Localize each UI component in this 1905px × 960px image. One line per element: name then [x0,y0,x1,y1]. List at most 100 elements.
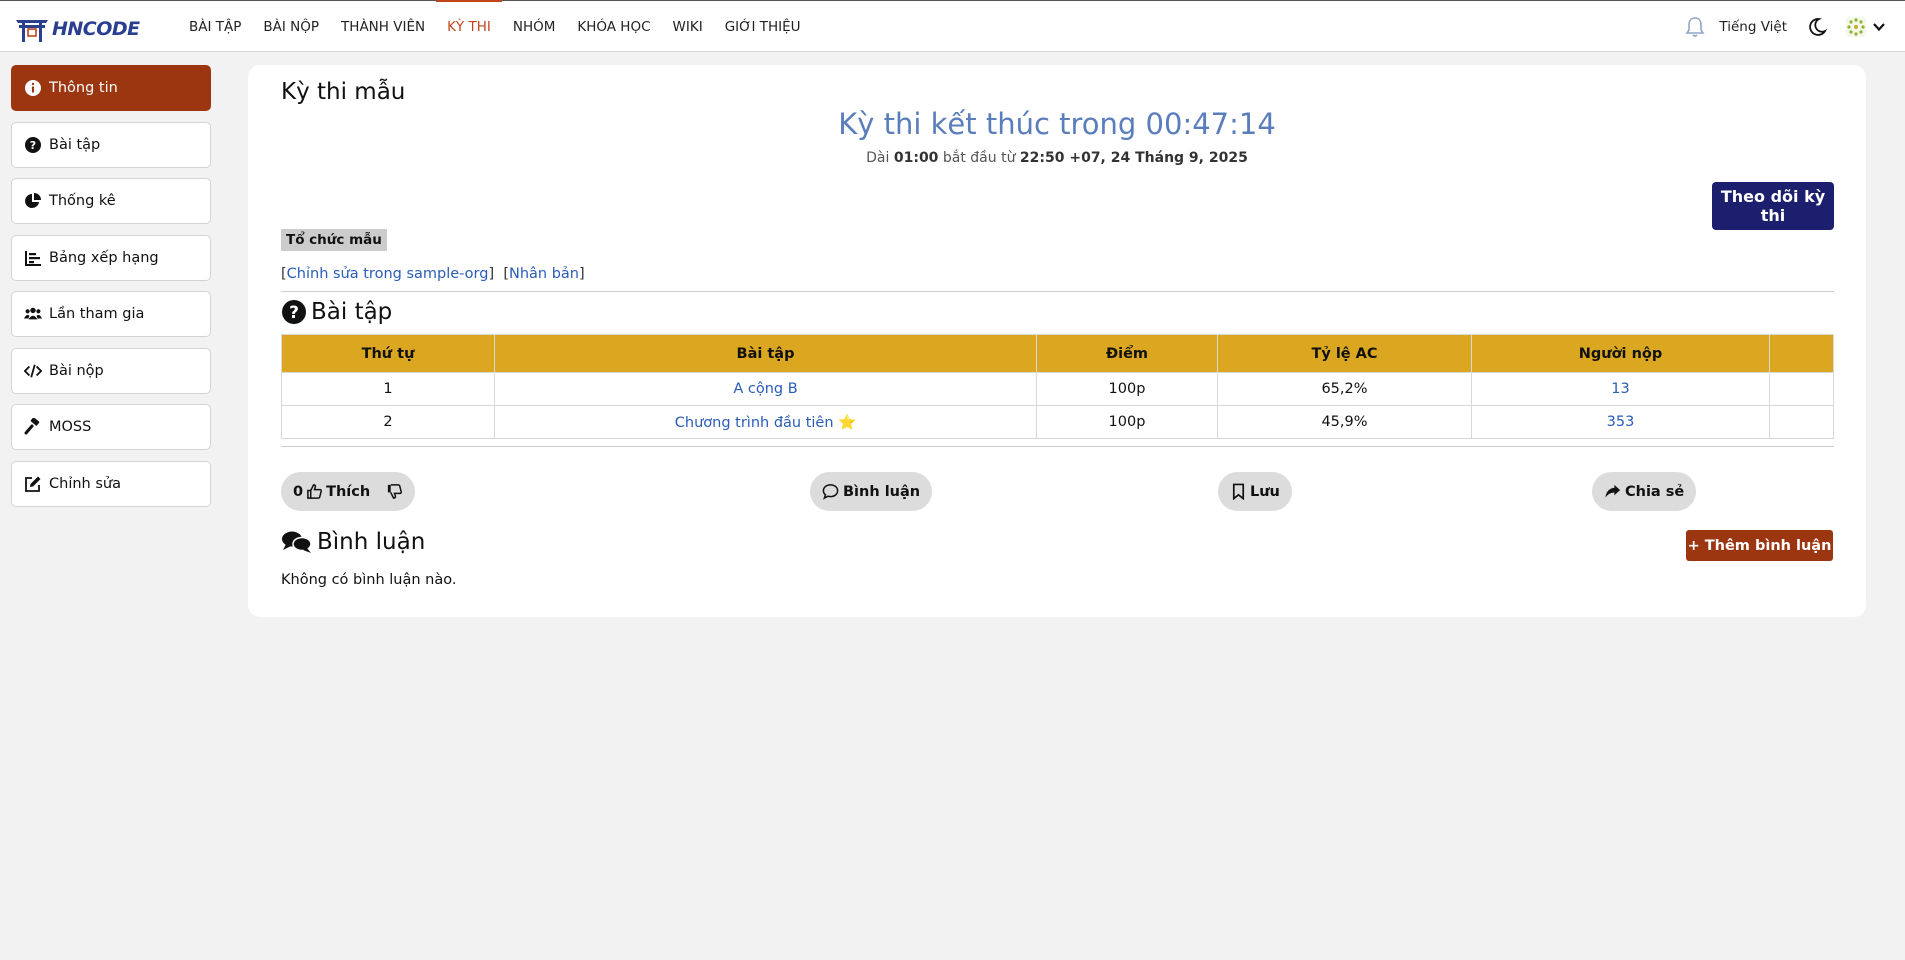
bookmark-button[interactable]: Lưu [1218,472,1292,511]
nav-users[interactable]: THÀNH VIÊN [330,1,436,52]
col-submitters: Người nộp [1471,334,1770,373]
cell-points: 100p [1036,372,1218,406]
nav-about[interactable]: GIỚI THIỆU [714,1,812,52]
timer-label: Kỳ thi kết thúc trong [838,107,1146,141]
nav-right: Tiếng Việt [1685,1,1905,52]
col-points: Điểm [1036,334,1218,373]
users-icon [24,307,42,320]
bookmark-icon [1232,483,1245,500]
language-selector[interactable]: Tiếng Việt [1719,19,1787,35]
bell-icon[interactable] [1685,16,1705,38]
duration-prefix: Dài [866,150,894,166]
sidebar-item-label: Bài nộp [49,362,104,379]
cell-extra [1769,372,1834,406]
question-circle-icon: ? [282,300,306,324]
comments-heading: Bình luận [281,529,425,555]
sidebar-item-label: MOSS [49,419,92,435]
sidebar-item-stats[interactable]: Thống kê [11,178,211,224]
problem-link[interactable]: Chương trình đầu tiên ⭐ [675,415,856,431]
share-button[interactable]: Chia sẻ [1592,472,1697,511]
start-prefix: bắt đầu từ [938,150,1020,166]
problems-heading-text: Bài tập [311,299,393,325]
no-comments-text: Không có bình luận nào. [281,572,457,588]
comment-icon [822,484,839,500]
comments-heading-text: Bình luận [317,529,426,555]
add-comment-button[interactable]: + Thêm bình luận [1686,530,1833,561]
info-icon [25,80,41,96]
page-title: Kỳ thi mẫu [281,79,406,105]
sidebar-item-edit[interactable]: Chỉnh sửa [11,460,211,507]
vote-pill: 0 Thích [281,472,416,511]
sidebar-item-moss[interactable]: MOSS [11,404,211,450]
question-circle-icon: ? [25,136,41,153]
sidebar-item-ranking[interactable]: Bảng xếp hạng [11,234,211,281]
table-header-row: Thứ tự Bài tập Điểm Tỷ lệ AC Người nộp [281,334,1834,373]
sidebar-item-label: Thông tin [49,80,118,96]
sidebar-item-problems[interactable]: ? Bài tập [11,121,211,168]
table-row: 1 A cộng B 100p 65,2% 13 [281,372,1834,406]
like-label[interactable]: Thích [326,484,370,500]
submitters-link[interactable]: 13 [1611,381,1629,397]
svg-text:?: ? [289,303,299,323]
top-navbar: HNCODE BÀI TẬP BÀI NỘP THÀNH VIÊN KỲ THI… [0,0,1905,52]
contest-card: Kỳ thi mẫu Kỳ thi kết thúc trong 00:47:1… [248,65,1866,617]
problems-table: Thứ tự Bài tập Điểm Tỷ lệ AC Người nộp 1… [281,334,1834,439]
gate-logo-icon [16,20,48,42]
col-order: Thứ tự [281,334,495,373]
sidebar-item-label: Thống kê [49,193,116,209]
comments-icon [282,531,312,553]
nav-submissions[interactable]: BÀI NỘP [252,1,330,52]
like-count: 0 [293,483,304,500]
avatar[interactable] [1845,16,1867,38]
submitters-link[interactable]: 353 [1607,414,1635,430]
edit-in-org-link[interactable]: Chỉnh sửa trong sample-org [287,266,489,282]
site-logo[interactable]: HNCODE [15,15,140,43]
problem-link[interactable]: A cộng B [733,381,797,397]
cell-ac-rate: 45,9% [1217,405,1472,439]
sidebar-item-label: Bài tập [49,136,101,153]
nav-problems[interactable]: BÀI TẬP [178,1,252,52]
sidebar-item-participations[interactable]: Lần tham gia [11,291,211,337]
cell-order: 2 [281,405,495,439]
contest-sidebar: Thông tin ? Bài tập Thống kê Bảng xếp hạ… [11,65,211,517]
col-ac-rate: Tỷ lệ AC [1217,334,1472,373]
org-links: [Chỉnh sửa trong sample-org] [Nhân bản] [281,266,585,282]
comment-button[interactable]: Bình luận [810,472,933,511]
nav-groups[interactable]: NHÓM [502,1,567,52]
nav-contests[interactable]: KỲ THI [436,0,502,52]
problems-heading: ? Bài tập [281,299,392,325]
comment-label: Bình luận [843,483,921,500]
chevron-down-icon[interactable] [1871,19,1887,35]
sidebar-item-submissions[interactable]: Bài nộp [11,347,211,394]
bar-chart-icon [25,250,41,266]
cell-problem: A cộng B [494,372,1037,406]
col-extra [1769,334,1834,373]
sidebar-item-label: Chỉnh sửa [49,475,121,492]
organization-tag[interactable]: Tổ chức mẫu [281,229,387,251]
col-problem: Bài tập [494,334,1037,373]
pie-chart-icon [25,193,41,208]
thumbs-up-icon[interactable] [306,483,323,500]
bookmark-label: Lưu [1250,483,1280,500]
nav-wiki[interactable]: WIKI [662,1,714,52]
share-icon [1605,484,1621,498]
divider [281,291,1834,292]
sidebar-item-info[interactable]: Thông tin [11,65,211,111]
contest-duration: Dài 01:00 bắt đầu từ 22:50 +07, 24 Tháng… [248,150,1866,166]
cell-order: 1 [281,372,495,406]
cell-points: 100p [1036,405,1218,439]
cell-submitters: 353 [1471,405,1770,439]
thumbs-down-icon[interactable] [386,483,403,500]
contest-timer: Kỳ thi kết thúc trong 00:47:14 [248,107,1866,141]
nav-courses[interactable]: KHÓA HỌC [566,1,661,52]
share-label: Chia sẻ [1625,483,1685,500]
duration-value: 01:00 [893,150,939,166]
follow-contest-button[interactable]: Theo dõi kỳ thi [1712,182,1834,230]
main-nav: BÀI TẬP BÀI NỘP THÀNH VIÊN KỲ THI NHÓM K… [178,0,812,52]
gavel-icon [24,418,40,435]
start-time: 22:50 +07, 24 Tháng 9, 2025 [1019,150,1248,166]
code-icon [24,363,42,378]
clone-link[interactable]: Nhân bản [509,266,579,282]
moon-icon[interactable] [1807,17,1827,37]
cell-problem: Chương trình đầu tiên ⭐ [494,405,1037,439]
